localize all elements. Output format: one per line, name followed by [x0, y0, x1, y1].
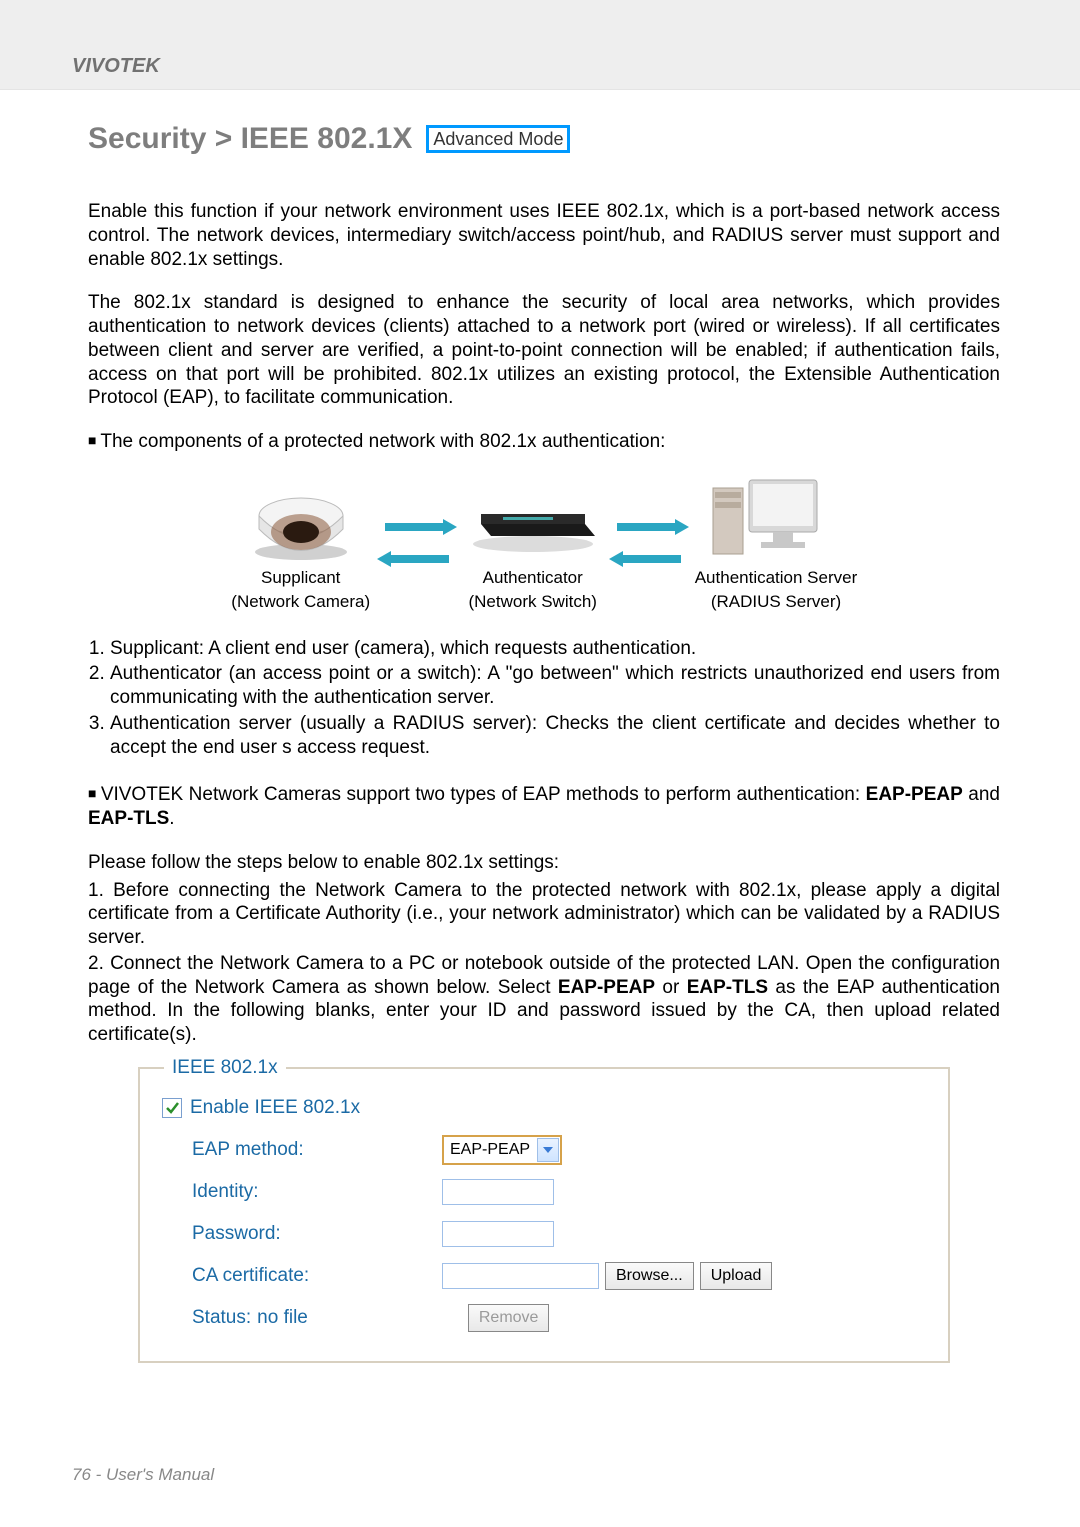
list-item: Authentication server (usually a RADIUS … — [110, 712, 1000, 760]
ieee8021x-fieldset: IEEE 802.1x Enable IEEE 802.1x EAP metho… — [138, 1067, 950, 1363]
supplicant-caption-2: (Network Camera) — [231, 592, 371, 612]
status-label: Status: — [192, 1307, 251, 1329]
definitions-list: Supplicant: A client end user (camera), … — [88, 637, 1000, 760]
arrows-1 — [377, 515, 457, 571]
page-footer: 76 - User's Manual — [0, 1465, 1080, 1485]
mode-badge: Advanced Mode — [426, 125, 570, 153]
authenticator-caption-1: Authenticator — [463, 568, 603, 588]
support-line: VIVOTEK Network Cameras support two type… — [88, 783, 1000, 831]
list-item: Authenticator (an access point or a swit… — [110, 662, 1000, 710]
enable-label: Enable IEEE 802.1x — [190, 1097, 360, 1119]
ca-cert-input[interactable] — [442, 1263, 599, 1289]
eap-method-value: EAP-PEAP — [444, 1141, 536, 1159]
step-1: 1. Before connecting the Network Camera … — [88, 879, 1000, 950]
server-caption-2: (RADIUS Server) — [695, 592, 858, 612]
brand-label: VIVOTEK — [72, 55, 160, 77]
password-input[interactable] — [442, 1221, 554, 1247]
step-2: 2. Connect the Network Camera to a PC or… — [88, 952, 1000, 1047]
camera-icon — [231, 474, 371, 564]
components-heading: The components of a protected network wi… — [88, 430, 1000, 454]
password-label: Password: — [192, 1223, 442, 1245]
authenticator-caption-2: (Network Switch) — [463, 592, 603, 612]
fieldset-legend: IEEE 802.1x — [164, 1057, 286, 1079]
arrows-2 — [609, 515, 689, 571]
chevron-down-icon — [537, 1138, 559, 1162]
supplicant-caption-1: Supplicant — [231, 568, 371, 588]
paragraph-2: The 802.1x standard is designed to enhan… — [88, 291, 1000, 410]
remove-button[interactable]: Remove — [468, 1304, 550, 1332]
status-value: no file — [257, 1307, 308, 1329]
network-diagram: Supplicant (Network Camera) Authenticato… — [88, 474, 1000, 613]
list-item: Supplicant: A client end user (camera), … — [110, 637, 1000, 661]
server-caption-1: Authentication Server — [695, 568, 858, 588]
server-icon — [695, 474, 835, 564]
identity-input[interactable] — [442, 1179, 554, 1205]
ca-cert-label: CA certificate: — [192, 1265, 442, 1287]
page-title: Security > IEEE 802.1X — [88, 122, 412, 156]
switch-icon — [463, 474, 603, 564]
enable-checkbox[interactable] — [162, 1098, 182, 1118]
eap-method-label: EAP method: — [192, 1139, 442, 1161]
identity-label: Identity: — [192, 1181, 442, 1203]
steps-intro: Please follow the steps below to enable … — [88, 851, 1000, 875]
paragraph-1: Enable this function if your network env… — [88, 200, 1000, 271]
eap-method-select[interactable]: EAP-PEAP — [442, 1135, 562, 1165]
upload-button[interactable]: Upload — [700, 1262, 773, 1290]
browse-button[interactable]: Browse... — [605, 1262, 694, 1290]
